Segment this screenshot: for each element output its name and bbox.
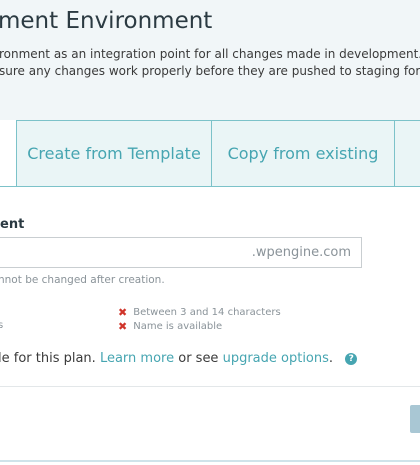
description-line-1: ronment as an integration point for all … — [0, 47, 420, 61]
plan-note: le for this plan. Learn more or see upgr… — [0, 351, 358, 366]
requirement-availability: ✖ Name is available — [118, 320, 222, 333]
page: ment Environment ronment as an integrati… — [0, 0, 420, 465]
requirement-availability-text: Name is available — [133, 321, 223, 332]
divider — [0, 386, 420, 387]
requirement-partial: s — [0, 320, 3, 331]
submit-button[interactable] — [410, 405, 420, 433]
page-header: ment Environment ronment as an integrati… — [0, 0, 420, 120]
question-icon[interactable]: ? — [345, 353, 358, 365]
plan-note-middle: or see — [178, 351, 219, 366]
bottom-border — [0, 460, 420, 462]
domain-suffix: .wpengine.com — [251, 245, 351, 260]
page-title: ment Environment — [0, 8, 213, 34]
requirement-length: ✖ Between 3 and 14 characters — [118, 306, 281, 319]
environment-name-input[interactable] — [0, 238, 263, 267]
field-help-text: nnot be changed after creation. — [0, 274, 165, 286]
plan-note-suffix: . — [328, 351, 334, 366]
tab-blank[interactable] — [0, 120, 17, 187]
tab-copy-from-existing[interactable]: Copy from existing — [211, 120, 395, 187]
environment-name-label: ent — [0, 217, 25, 232]
requirement-partial-text: s — [0, 320, 4, 331]
tab-create-from-template[interactable]: Create from Template — [16, 120, 212, 187]
x-icon: ✖ — [118, 306, 128, 319]
requirement-length-text: Between 3 and 14 characters — [133, 307, 281, 318]
environment-name-field[interactable]: .wpengine.com — [0, 237, 362, 268]
plan-note-prefix: le for this plan. — [0, 351, 96, 366]
tab-more[interactable] — [394, 120, 420, 187]
learn-more-link[interactable]: Learn more — [100, 351, 174, 366]
upgrade-options-link[interactable]: upgrade options — [223, 351, 329, 366]
creation-tabs: Create from Template Copy from existing — [0, 120, 420, 189]
description-line-2: sure any changes work properly before th… — [0, 64, 420, 78]
x-icon: ✖ — [118, 320, 128, 333]
